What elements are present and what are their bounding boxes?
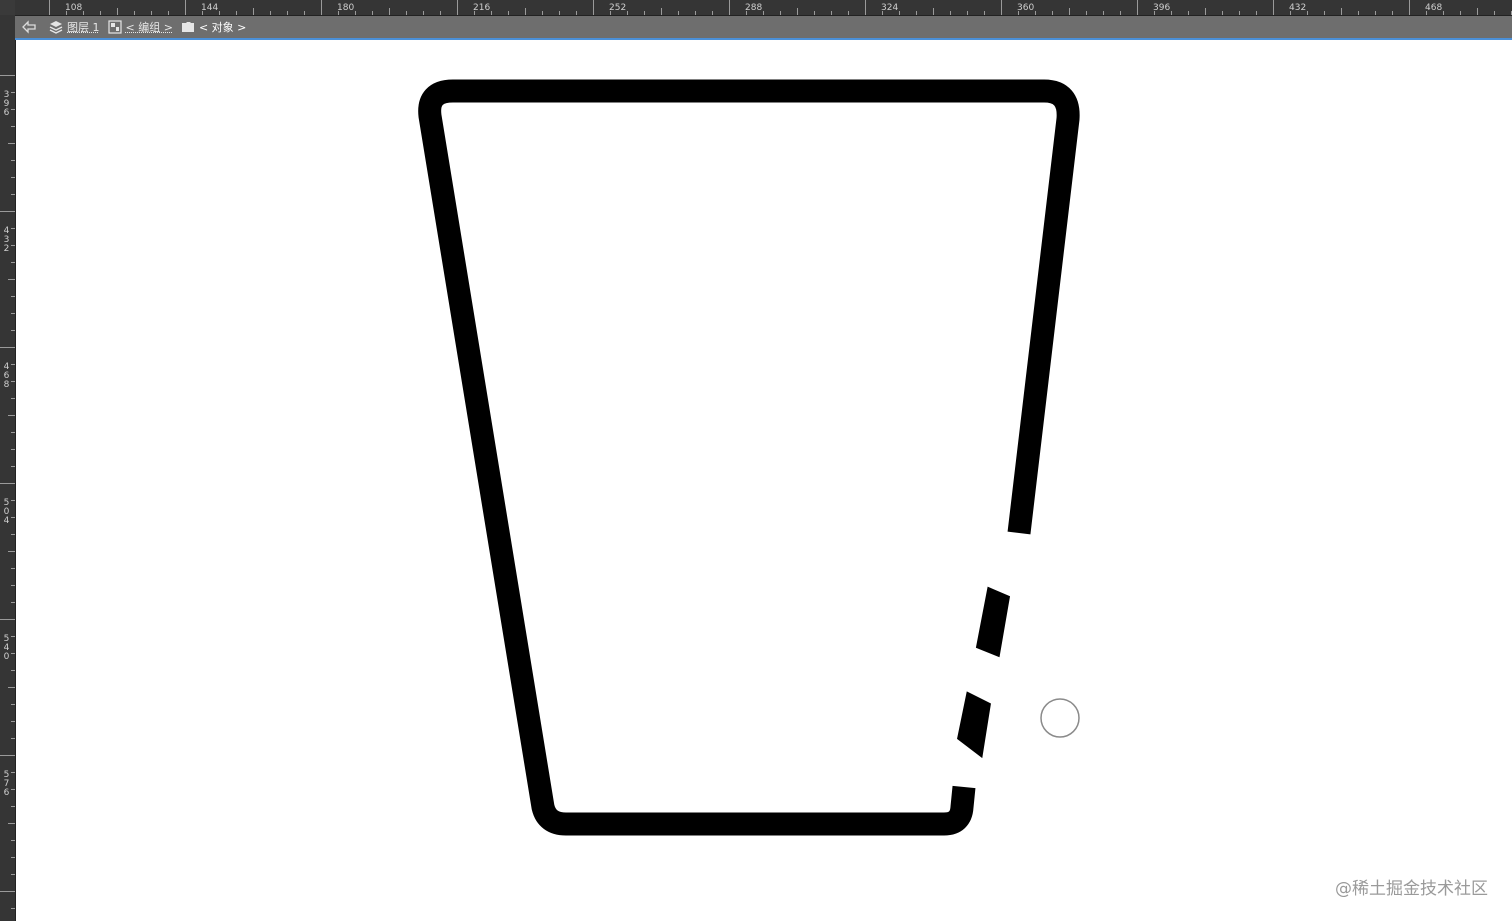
ruler-label: 540: [3, 634, 10, 662]
breadcrumb-group[interactable]: < 编组 >: [107, 19, 173, 35]
watermark: @稀土掘金技术社区: [1335, 879, 1488, 899]
layers-icon: [49, 21, 63, 34]
circle-cursor-icon: [1040, 698, 1080, 738]
breadcrumb-group-label: < 编组 >: [125, 21, 173, 34]
ruler-label: 144: [201, 3, 219, 13]
ruler-vertical[interactable]: 396 432 468 504 540 576: [0, 15, 16, 921]
breadcrumb-object[interactable]: < 对象 >: [181, 19, 246, 35]
ruler-label: 504: [3, 498, 10, 526]
ruler-corner[interactable]: [0, 0, 15, 15]
group-icon: [107, 20, 122, 34]
ruler-label: 360: [1017, 3, 1035, 13]
back-arrow-icon: [22, 20, 36, 34]
ruler-horizontal-ticks: [49, 0, 1512, 15]
ruler-label: 468: [3, 362, 10, 390]
ruler-label: 576: [3, 770, 10, 798]
ruler-label: 288: [745, 3, 763, 13]
breadcrumb-layer[interactable]: 图层 1: [49, 19, 100, 35]
artwork-layer: [418, 79, 1080, 836]
cup-dash-segment[interactable]: [957, 691, 991, 759]
ruler-label: 432: [1289, 3, 1307, 13]
ruler-horizontal[interactable]: 108 144 180 216 252 288 324 360 396 432 …: [15, 0, 1512, 16]
back-button[interactable]: [21, 20, 41, 34]
ruler-label: 324: [881, 3, 899, 13]
ruler-label: 468: [1425, 3, 1443, 13]
isolation-mode-breadcrumb: 图层 1 < 编组 > < 对象 >: [15, 16, 1512, 40]
breadcrumb-object-label: < 对象 >: [198, 21, 247, 34]
breadcrumb-layer-label: 图层 1: [67, 21, 100, 34]
artboard-canvas[interactable]: [16, 42, 1512, 921]
ruler-label: 180: [337, 3, 355, 13]
illustrator-window: 108 144 180 216 252 288 324 360 396 432 …: [0, 0, 1512, 921]
ruler-label: 396: [3, 90, 10, 118]
ruler-label: 216: [473, 3, 491, 13]
ruler-label: 252: [609, 3, 627, 13]
ruler-label: 108: [65, 3, 83, 13]
object-folder-icon: [181, 22, 194, 32]
cup-dash-segment[interactable]: [975, 586, 1011, 658]
ruler-label: 432: [3, 226, 10, 254]
ruler-label: 396: [1153, 3, 1171, 13]
